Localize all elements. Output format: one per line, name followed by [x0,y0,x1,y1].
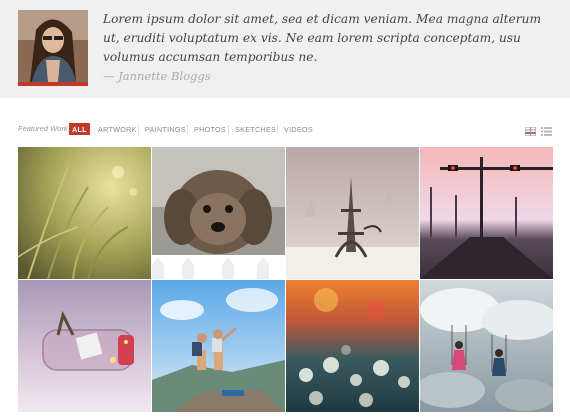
testimonial-author: — Jannette Bloggs [103,69,211,83]
gallery-item[interactable] [18,280,151,412]
filter-divider [138,125,139,134]
filter-label: Featured Work [18,124,68,133]
gallery-item[interactable] [18,147,151,279]
gallery-item[interactable] [152,147,285,279]
street-traffic-lights-photo [420,147,553,279]
gallery-item[interactable] [420,280,553,412]
filter-divider [187,125,188,134]
swings-clouds-photo [420,280,553,412]
dreams-jar-photo [18,280,151,412]
portfolio-filter-bar: Featured Work ALL ARTWORK PAINTINGS PHOT… [18,122,552,137]
filter-paintings[interactable]: PAINTINGS [142,123,189,135]
filter-artwork[interactable]: ARTWORK [95,123,140,135]
eiffel-tower-figurine-photo [286,147,419,279]
gallery-item[interactable] [286,147,419,279]
filter-divider [228,125,229,134]
filter-videos[interactable]: VIDEOS [281,123,316,135]
fluffy-dog-photo [152,147,285,279]
filter-photos[interactable]: PHOTOS [191,123,229,135]
testimonial-section: Lorem ipsum dolor sit amet, sea et dicam… [0,0,570,98]
gallery-item[interactable] [286,280,419,412]
grid-view-icon[interactable] [524,123,537,137]
hikers-mountain-photo [152,280,285,412]
testimonial-quote: Lorem ipsum dolor sit amet, sea et dicam… [103,12,541,64]
gallery-item[interactable] [420,147,553,279]
gallery-item[interactable] [152,280,285,412]
grass-closeup-photo [18,147,151,279]
dandelion-field-photo [286,280,419,412]
filter-sketches[interactable]: SKETCHES [232,123,279,135]
avatar [18,10,88,86]
filter-all[interactable]: ALL [69,123,90,135]
list-view-icon[interactable] [541,123,552,136]
filter-divider [277,125,278,134]
portfolio-gallery [18,147,553,419]
